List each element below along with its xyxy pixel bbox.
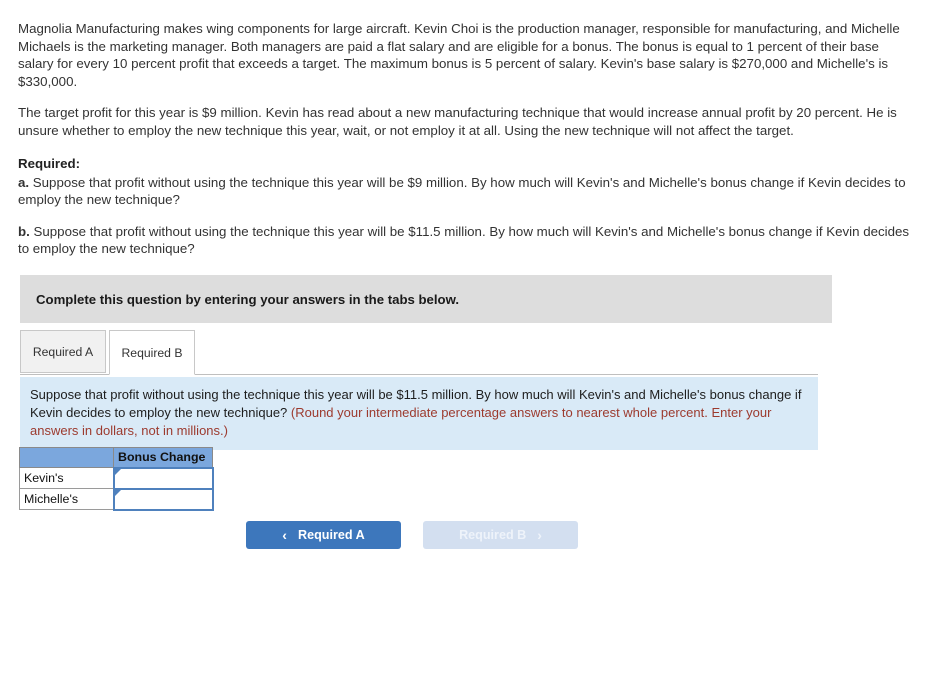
prev-required-a-label: Required A [297, 528, 365, 542]
next-required-b-label: Required B [459, 528, 527, 542]
row-label-kevins: Kevin's [19, 467, 114, 489]
answer-table-header-row: Bonus Change [19, 447, 213, 468]
input-cell-kevins[interactable] [112, 466, 214, 490]
bonus-change-input-michelles[interactable] [114, 489, 212, 509]
question-page: Magnolia Manufacturing makes wing compon… [0, 0, 950, 677]
answer-table-body: Kevin's Michelle's [19, 466, 214, 511]
table-row: Kevin's [19, 466, 214, 490]
instruction-banner-text: Complete this question by entering your … [36, 291, 460, 307]
tab-required-a-label: Required A [32, 344, 94, 359]
input-cell-michelles[interactable] [112, 487, 214, 511]
required-heading: Required: [18, 156, 81, 171]
row-label-michelles: Michelle's [19, 488, 114, 510]
tab-bar: Required A Required B [20, 330, 818, 375]
tab-required-a[interactable]: Required A [20, 330, 106, 373]
problem-statement: Magnolia Manufacturing makes wing compon… [0, 0, 950, 258]
answer-table-head: Bonus Change [19, 447, 213, 468]
tab-navigation: ‹ Required A Required B › [246, 521, 578, 549]
required-item-a-letter: a. [18, 174, 30, 190]
required-item-a-text: Suppose that profit without using the te… [18, 174, 906, 208]
chevron-left-icon: ‹ [282, 527, 287, 543]
table-row: Michelle's [19, 487, 214, 511]
required-item-a: a. Suppose that profit without using the… [18, 174, 918, 209]
next-required-b-button[interactable]: Required B › [423, 521, 578, 549]
answer-table-header-blank [19, 447, 114, 468]
bonus-change-input-kevins[interactable] [114, 468, 212, 488]
instruction-banner: Complete this question by entering your … [20, 275, 832, 323]
required-item-b-letter: b. [18, 223, 30, 239]
required-block: Required: a. Suppose that profit without… [18, 155, 918, 258]
answer-table-header-bonus-change: Bonus Change [113, 447, 213, 468]
tab-required-b-label: Required B [121, 345, 183, 360]
prev-required-a-button[interactable]: ‹ Required A [246, 521, 401, 549]
stem-paragraph-1: Magnolia Manufacturing makes wing compon… [18, 21, 900, 89]
required-item-b: b. Suppose that profit without using the… [18, 223, 918, 258]
chevron-right-icon: › [537, 527, 542, 543]
required-item-b-text: Suppose that profit without using the te… [18, 223, 910, 257]
question-prompt-panel: Suppose that profit without using the te… [20, 377, 818, 450]
tab-required-b[interactable]: Required B [109, 330, 195, 375]
answer-table: Bonus Change Kevin's Michelle's [19, 447, 214, 511]
stem-paragraph-2: The target profit for this year is $9 mi… [18, 105, 897, 138]
